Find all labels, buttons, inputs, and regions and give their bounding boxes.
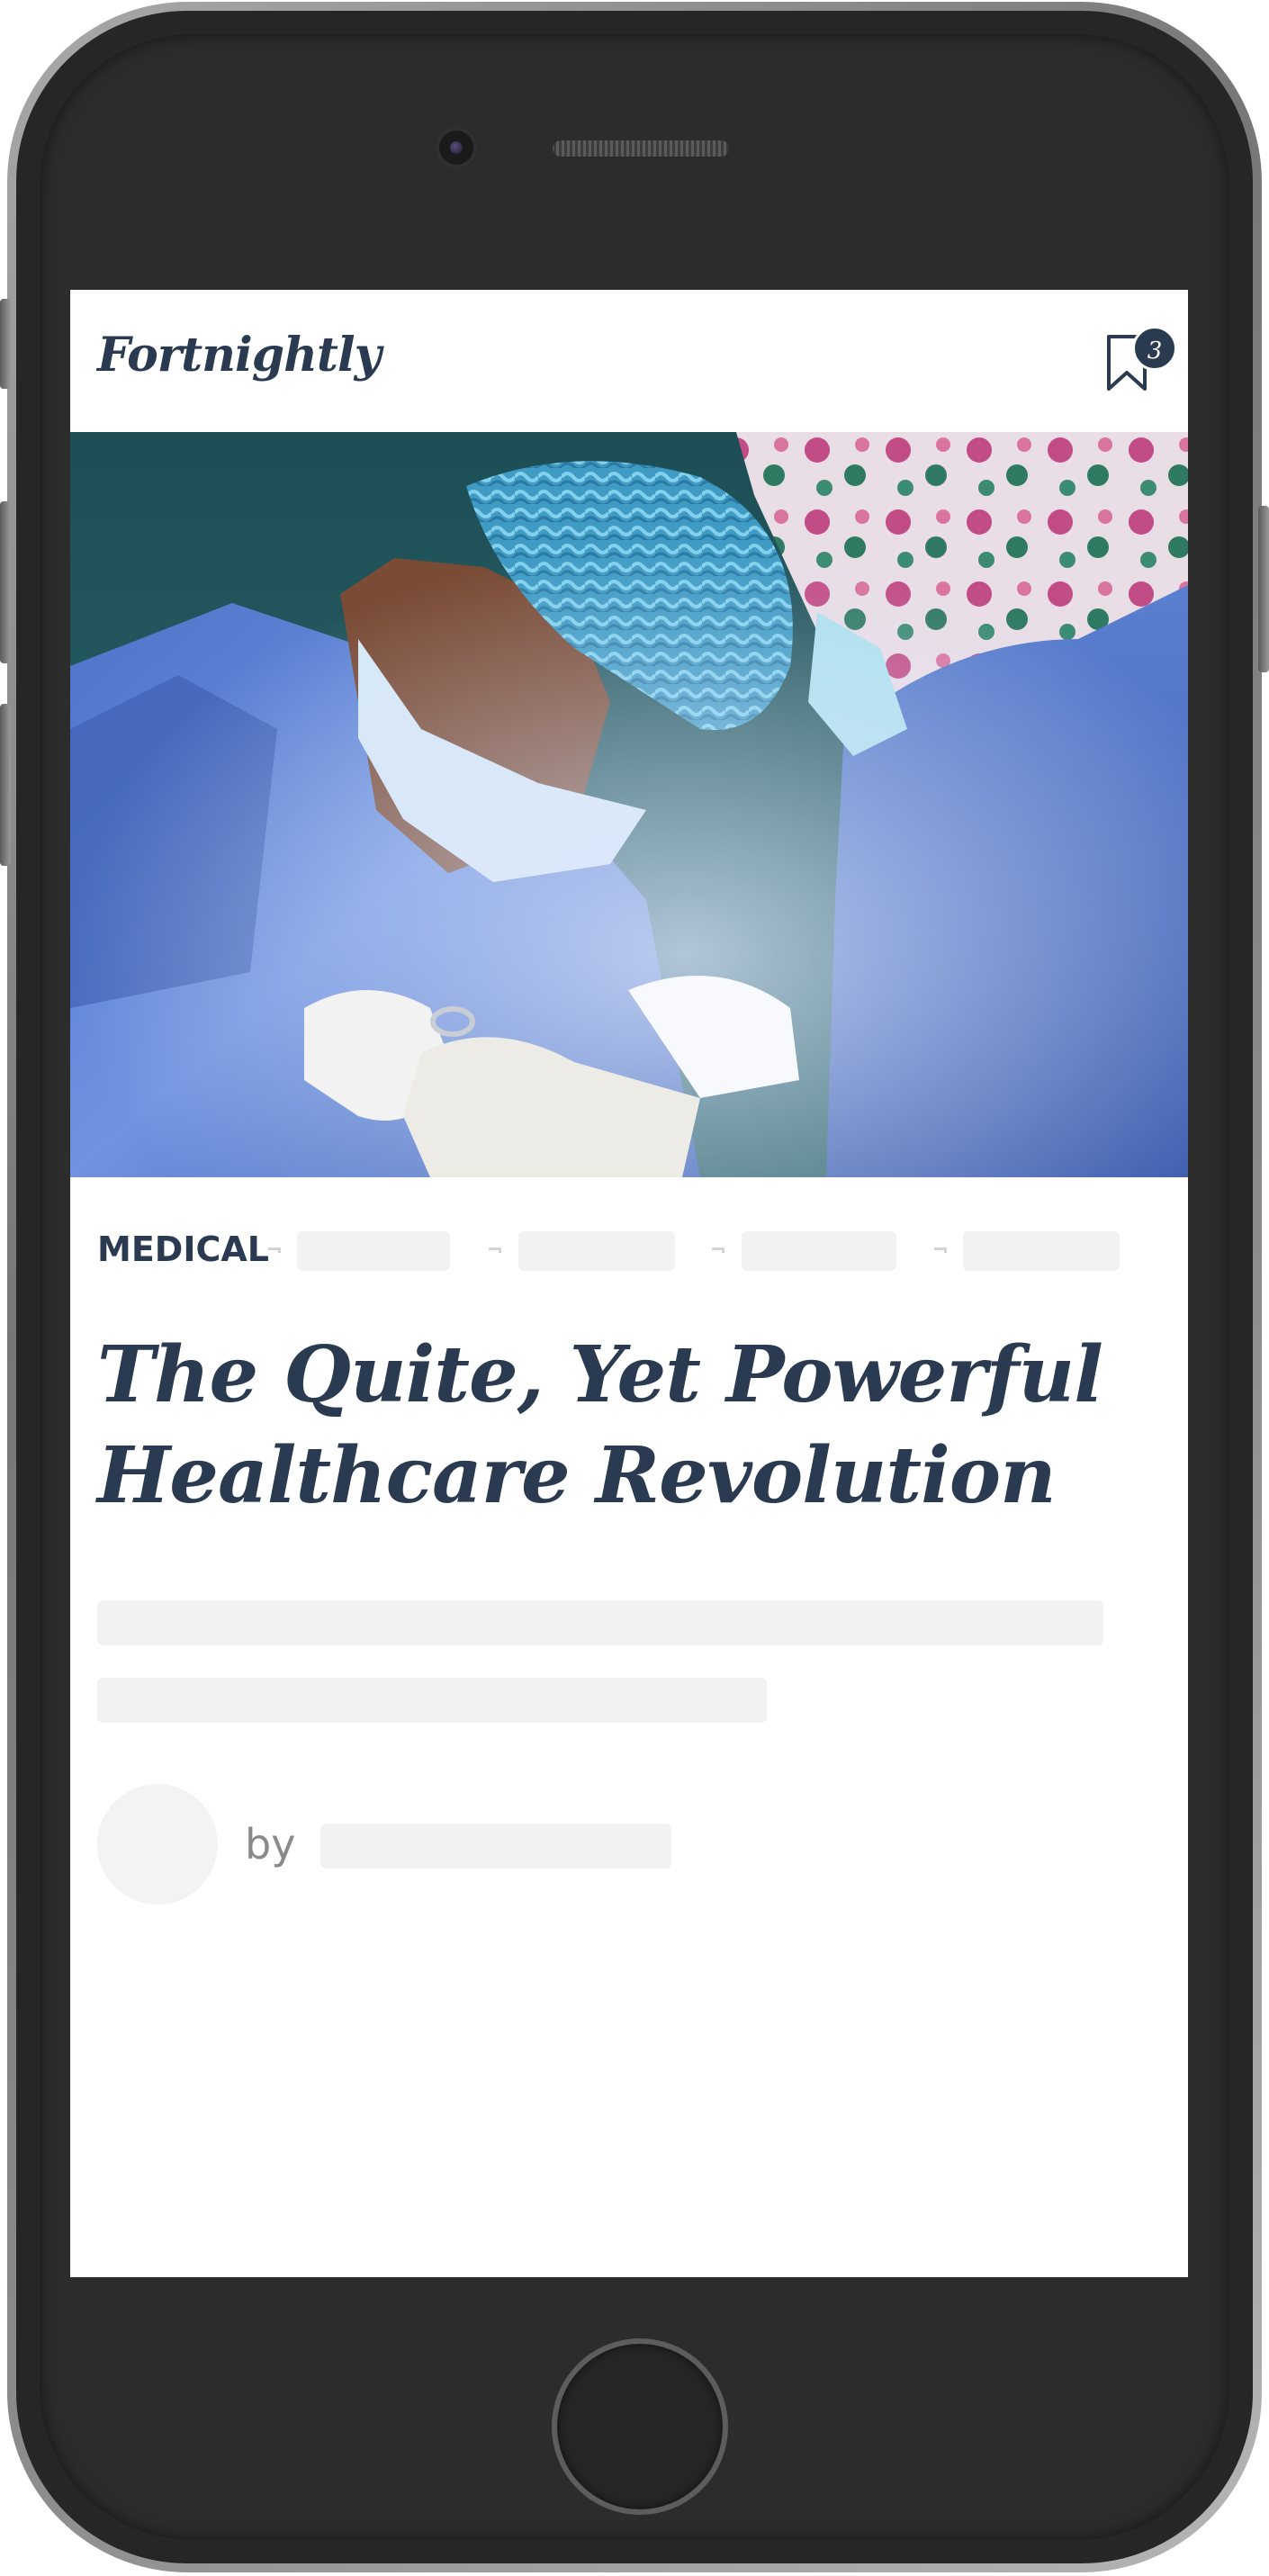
category-placeholder [742, 1231, 896, 1271]
side-button-volume-up [0, 501, 11, 663]
side-button-volume-down [0, 704, 11, 866]
home-button[interactable] [552, 2338, 728, 2515]
separator-icon [934, 1247, 947, 1253]
bookmark-count-badge: 3 [1132, 326, 1177, 371]
category-label[interactable]: MEDICAL [97, 1229, 269, 1269]
side-button-mute [0, 299, 11, 389]
bookmarks-button[interactable]: 3 [1105, 326, 1177, 398]
camera-icon [439, 131, 473, 165]
side-button-power [1258, 506, 1269, 672]
article-headline: The Quite, Yet Powerful Healthcare Revol… [97, 1329, 1103, 1521]
speaker-icon [551, 139, 731, 158]
app-logo[interactable]: Fortnightly [97, 328, 382, 383]
separator-icon [268, 1247, 281, 1253]
category-placeholder [297, 1231, 450, 1271]
app-header: Fortnightly 3 [70, 290, 1188, 432]
category-placeholder [963, 1231, 1120, 1271]
app-screen: Fortnightly 3 MEDICAL The Quite, Yet Pow… [70, 290, 1188, 2277]
summary-placeholder-line [97, 1600, 1103, 1645]
byline-prefix: by [245, 1820, 296, 1869]
author-name-placeholder [320, 1824, 671, 1869]
category-breadcrumb-row: MEDICAL [97, 1229, 1177, 1271]
separator-icon [712, 1247, 724, 1253]
category-placeholder [518, 1231, 675, 1271]
separator-icon [489, 1247, 501, 1253]
summary-placeholder-line [97, 1678, 767, 1723]
article-byline: by [97, 1784, 817, 1906]
author-avatar[interactable] [97, 1784, 218, 1905]
article-hero-image[interactable] [70, 432, 1188, 1177]
surgery-photo-illustration [70, 432, 1188, 1177]
